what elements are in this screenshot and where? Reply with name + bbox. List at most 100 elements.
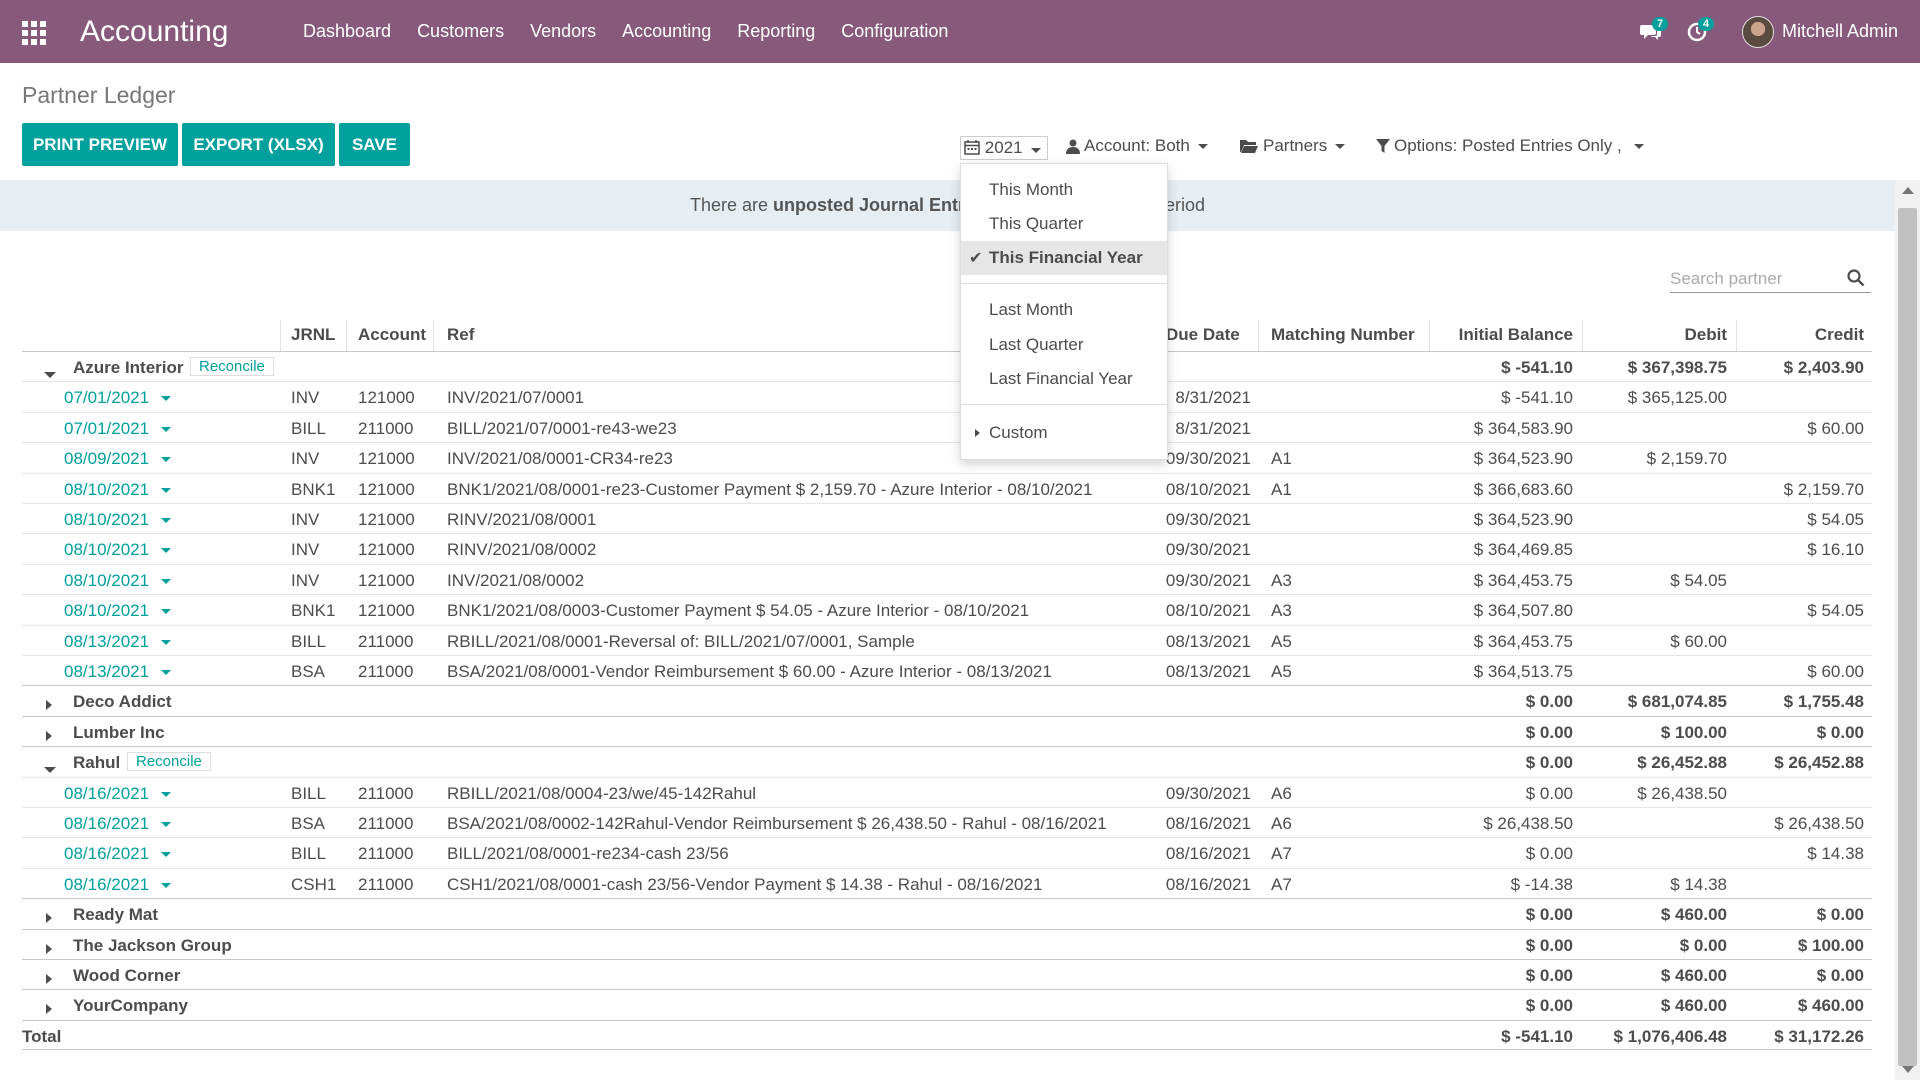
caret-down-icon[interactable] bbox=[161, 487, 172, 493]
expand-toggle[interactable] bbox=[46, 999, 52, 1019]
caret-down-icon[interactable] bbox=[161, 670, 172, 676]
menu-customers[interactable]: Customers bbox=[404, 21, 517, 42]
expand-toggle[interactable] bbox=[46, 939, 52, 959]
date-option-custom[interactable]: Custom bbox=[961, 416, 1167, 450]
partners-filter-toggle[interactable]: Partners bbox=[1240, 136, 1346, 156]
date-option-this-month[interactable]: This Month bbox=[961, 173, 1167, 207]
line-date-link[interactable]: 08/13/2021 bbox=[64, 632, 172, 652]
user-menu[interactable]: Mitchell Admin bbox=[1782, 21, 1898, 42]
line-date-link[interactable]: 08/10/2021 bbox=[64, 540, 172, 560]
caret-right-icon[interactable] bbox=[46, 700, 52, 711]
expand-toggle[interactable] bbox=[46, 726, 52, 746]
expand-toggle[interactable] bbox=[46, 695, 52, 715]
line-date-link[interactable]: 08/16/2021 bbox=[64, 875, 172, 895]
line-date-link[interactable]: 08/10/2021 bbox=[64, 571, 172, 591]
date-option-this-quarter[interactable]: This Quarter bbox=[961, 207, 1167, 241]
debit: $ 100.00 bbox=[1660, 722, 1727, 742]
caret-down-icon[interactable] bbox=[44, 372, 56, 378]
date-option-last-quarter[interactable]: Last Quarter bbox=[961, 328, 1167, 362]
caret-right-icon[interactable] bbox=[46, 913, 52, 924]
expand-toggle[interactable] bbox=[44, 758, 56, 778]
caret-down-icon[interactable] bbox=[44, 767, 56, 774]
account-filter-toggle[interactable]: Account: Both bbox=[1066, 136, 1208, 156]
caret-down-icon[interactable] bbox=[161, 426, 172, 432]
options-filter-toggle[interactable]: Options: Posted Entries Only , bbox=[1376, 136, 1644, 156]
menu-dashboard[interactable]: Dashboard bbox=[290, 21, 404, 42]
app-title[interactable]: Accounting bbox=[80, 15, 290, 49]
line-date-link[interactable]: 08/09/2021 bbox=[64, 449, 172, 469]
date-filter-toggle[interactable]: 2021 bbox=[960, 136, 1048, 160]
line-credit: $ 26,438.50 bbox=[1774, 814, 1864, 833]
messages-icon[interactable]: 7 bbox=[1628, 0, 1674, 63]
partner-name: Lumber Inc bbox=[73, 722, 165, 742]
line-date-link[interactable]: 08/10/2021 bbox=[64, 480, 172, 500]
scrollbar-thumb[interactable] bbox=[1898, 208, 1917, 1066]
line-date-link[interactable]: 08/10/2021 bbox=[64, 601, 172, 621]
reconcile-button[interactable]: Reconcile bbox=[127, 752, 211, 772]
partner-row[interactable]: YourCompany $ 0.00 $ 460.00 $ 460.00 bbox=[22, 989, 1872, 1019]
caret-down-icon[interactable] bbox=[161, 609, 172, 615]
caret-down-icon[interactable] bbox=[161, 639, 172, 645]
caret-down-icon[interactable] bbox=[161, 578, 172, 584]
menu-vendors[interactable]: Vendors bbox=[517, 21, 609, 42]
export-xlsx-button[interactable]: EXPORT (XLSX) bbox=[182, 123, 335, 166]
search-partner-input[interactable]: Search partner bbox=[1670, 266, 1871, 293]
user-avatar[interactable] bbox=[1741, 15, 1774, 48]
print-preview-button[interactable]: PRINT PREVIEW bbox=[22, 123, 178, 166]
col-due-date: Due Date bbox=[1166, 325, 1240, 344]
menu-reporting[interactable]: Reporting bbox=[724, 21, 828, 42]
date-option-last-financial-year[interactable]: Last Financial Year bbox=[961, 362, 1167, 396]
save-button[interactable]: SAVE bbox=[339, 123, 410, 166]
apps-menu-icon[interactable] bbox=[22, 20, 48, 45]
partner-row[interactable]: Deco Addict $ 0.00 $ 681,074.85 $ 1,755.48 bbox=[22, 685, 1872, 715]
line-date-link[interactable]: 08/16/2021 bbox=[64, 784, 172, 804]
debit: $ 681,074.85 bbox=[1627, 692, 1727, 712]
caret-down-icon[interactable] bbox=[161, 852, 172, 858]
caret-down-icon[interactable] bbox=[161, 791, 172, 797]
caret-down-icon[interactable] bbox=[161, 882, 172, 888]
partner-row[interactable]: Azure Interior Reconcile $ -541.10 $ 367,39… bbox=[22, 351, 1872, 381]
search-icon[interactable] bbox=[1847, 269, 1865, 287]
caret-down-icon[interactable] bbox=[161, 518, 172, 524]
line-ref: BILL/2021/08/0001-re234-cash 23/56 bbox=[447, 844, 729, 864]
line-journal: CSH1 bbox=[291, 874, 337, 894]
caret-down-icon[interactable] bbox=[161, 548, 172, 554]
menu-accounting[interactable]: Accounting bbox=[609, 21, 724, 42]
caret-down-icon[interactable] bbox=[161, 457, 172, 463]
expand-toggle[interactable] bbox=[46, 969, 52, 989]
menu-configuration[interactable]: Configuration bbox=[828, 21, 961, 42]
partner-row[interactable]: The Jackson Group $ 0.00 $ 0.00 $ 100.00 bbox=[22, 928, 1872, 959]
scroll-down-arrow-icon[interactable] bbox=[1902, 1066, 1914, 1073]
line-date-link[interactable]: 07/01/2021 bbox=[64, 419, 172, 439]
caret-down-icon[interactable] bbox=[161, 822, 172, 828]
user-icon bbox=[1066, 139, 1080, 154]
expand-toggle[interactable] bbox=[44, 363, 56, 383]
partner-row[interactable]: Lumber Inc $ 0.00 $ 100.00 $ 0.00 bbox=[22, 715, 1872, 746]
messages-badge: 7 bbox=[1651, 17, 1669, 31]
line-date-link[interactable]: 08/10/2021 bbox=[64, 510, 172, 530]
banner-link[interactable]: unposted Journal Entrie bbox=[773, 195, 980, 215]
caret-right-icon[interactable] bbox=[46, 730, 52, 741]
line-date-link[interactable]: 08/13/2021 bbox=[64, 662, 172, 682]
line-date: 08/10/2021 bbox=[64, 510, 150, 529]
vertical-scrollbar[interactable] bbox=[1895, 180, 1920, 1080]
line-date-link[interactable]: 08/16/2021 bbox=[64, 844, 172, 864]
expand-toggle[interactable] bbox=[46, 908, 52, 928]
caret-right-icon[interactable] bbox=[46, 943, 52, 954]
partner-row[interactable]: Ready Mat $ 0.00 $ 460.00 $ 0.00 bbox=[22, 898, 1872, 928]
activities-clock-icon[interactable]: 4 bbox=[1674, 0, 1720, 63]
reconcile-button[interactable]: Reconcile bbox=[190, 357, 274, 376]
scroll-up-arrow-icon[interactable] bbox=[1902, 187, 1914, 194]
caret-down-icon[interactable] bbox=[161, 396, 172, 402]
line-date-link[interactable]: 07/01/2021 bbox=[64, 388, 172, 408]
date-option-this-financial-year[interactable]: ✔ This Financial Year bbox=[961, 241, 1167, 275]
partner-row[interactable]: Rahul Reconcile $ 0.00 $ 26,452.88 $ 26,452.… bbox=[22, 746, 1872, 776]
caret-right-icon[interactable] bbox=[46, 974, 52, 984]
caret-right-icon[interactable] bbox=[46, 1004, 52, 1015]
date-option-label: Last Financial Year bbox=[989, 369, 1133, 388]
line-date-link[interactable]: 08/16/2021 bbox=[64, 814, 172, 834]
date-filter-label: 2021 bbox=[984, 138, 1023, 157]
page-title: Partner Ledger bbox=[22, 82, 176, 108]
date-option-last-month[interactable]: Last Month bbox=[961, 293, 1167, 327]
partner-row[interactable]: Wood Corner $ 0.00 $ 460.00 $ 0.00 bbox=[22, 959, 1872, 989]
